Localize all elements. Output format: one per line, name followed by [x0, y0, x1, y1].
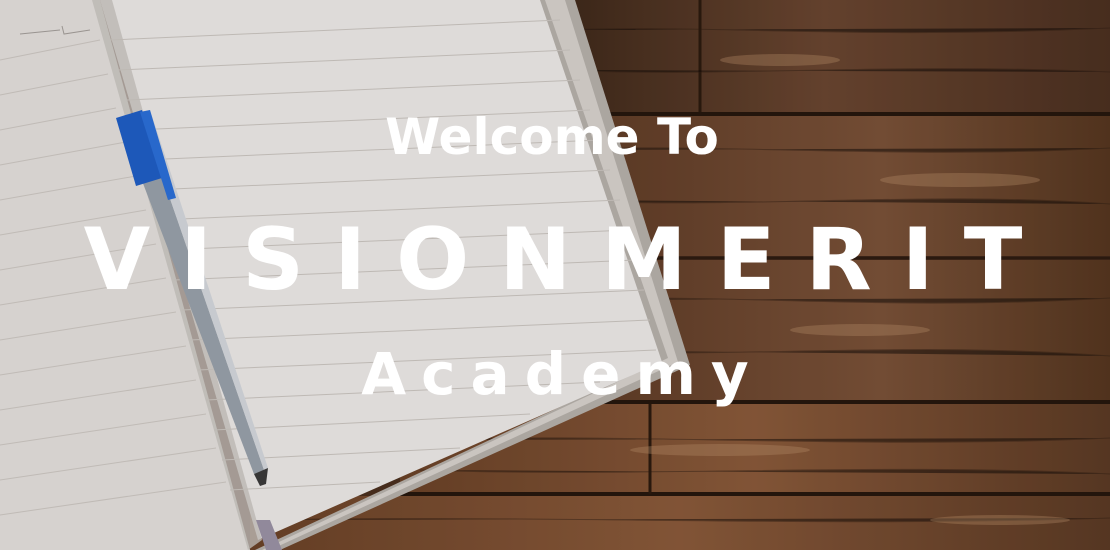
academy-name: VISIONMERIT [83, 210, 1053, 310]
welcome-heading: Welcome To [385, 108, 719, 166]
academy-subtitle: Academy [361, 340, 764, 408]
